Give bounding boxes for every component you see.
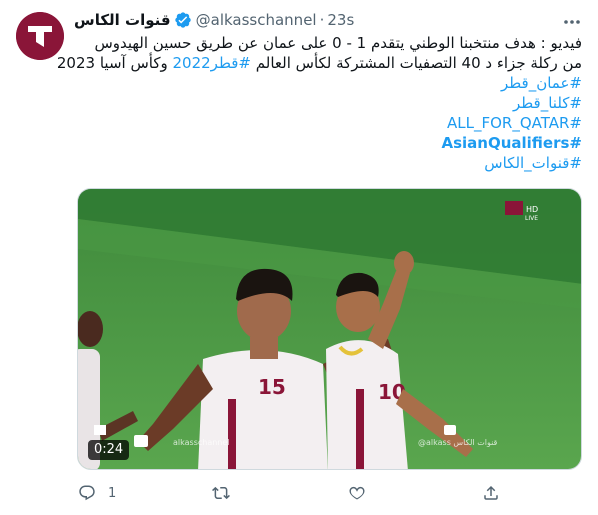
share-icon (484, 485, 498, 500)
more-icon[interactable] (562, 12, 582, 32)
tweet-actions: 1 (74, 481, 524, 505)
tweet-line-1: فيديو : هدف منتخبنا الوطني يتقدم 1 - 0 ع… (94, 34, 582, 52)
player1-number: 15 (258, 375, 286, 399)
share-button[interactable] (482, 481, 500, 505)
broadcast-hd-badge: HD (526, 205, 538, 214)
user-handle[interactable]: @alkasschannel (196, 9, 317, 31)
like-button[interactable] (348, 481, 378, 505)
tweet-line-2: من ركلة جزاء د 40 التصفيات المشتركة لكأس… (57, 53, 582, 73)
reply-icon (79, 485, 95, 501)
tweet[interactable]: قنوات الكاس @alkasschannel · 23s فيديو :… (0, 0, 598, 515)
verified-badge-icon (174, 11, 192, 29)
hashtag-oman-qatar[interactable]: #عمان_قطر (501, 74, 582, 92)
heart-icon (349, 486, 365, 500)
tweet-line-2-text: من ركلة جزاء د 40 التصفيات المشتركة لكأس… (251, 54, 582, 72)
reply-button[interactable]: 1 (78, 481, 116, 505)
hashtag-asian-qualifiers[interactable]: #AsianQualifiers (441, 134, 582, 152)
hashtag-alkass-channels[interactable]: #قنوات_الكاس (484, 154, 582, 172)
separator-dot: · (319, 11, 325, 29)
hashtag-kulna-qatar[interactable]: #كلنا_قطر (513, 94, 582, 112)
broadcast-live-badge: LIVE (525, 215, 538, 222)
tweet-text: فيديو : هدف منتخبنا الوطني يتقدم 1 - 0 ع… (57, 33, 582, 173)
timestamp[interactable]: 23s (327, 9, 354, 31)
tweet-line-2-tail: وكأس آسيا 2023 (56, 54, 173, 72)
watermark-left: alkasschannel (173, 438, 230, 447)
reply-count: 1 (108, 485, 117, 501)
video-duration: 0:24 (88, 440, 130, 460)
display-name[interactable]: قنوات الكاس (74, 9, 171, 31)
watermark-right: @alkass قنوات الكاس (418, 438, 498, 447)
retweet-icon (212, 486, 230, 500)
retweet-button[interactable] (212, 481, 242, 505)
hashtag-all-for-qatar[interactable]: #ALL_FOR_QATAR (447, 114, 582, 132)
hashtag-qatar2022[interactable]: #قطر2022 (172, 54, 251, 72)
video-frame: 15 10 HD LIVE alkasschannel @alkass قنوا… (78, 189, 581, 469)
tweet-header: قنوات الكاس @alkasschannel · 23s (74, 9, 544, 31)
video-player[interactable]: 15 10 HD LIVE alkasschannel @alkass قنوا… (77, 188, 582, 470)
